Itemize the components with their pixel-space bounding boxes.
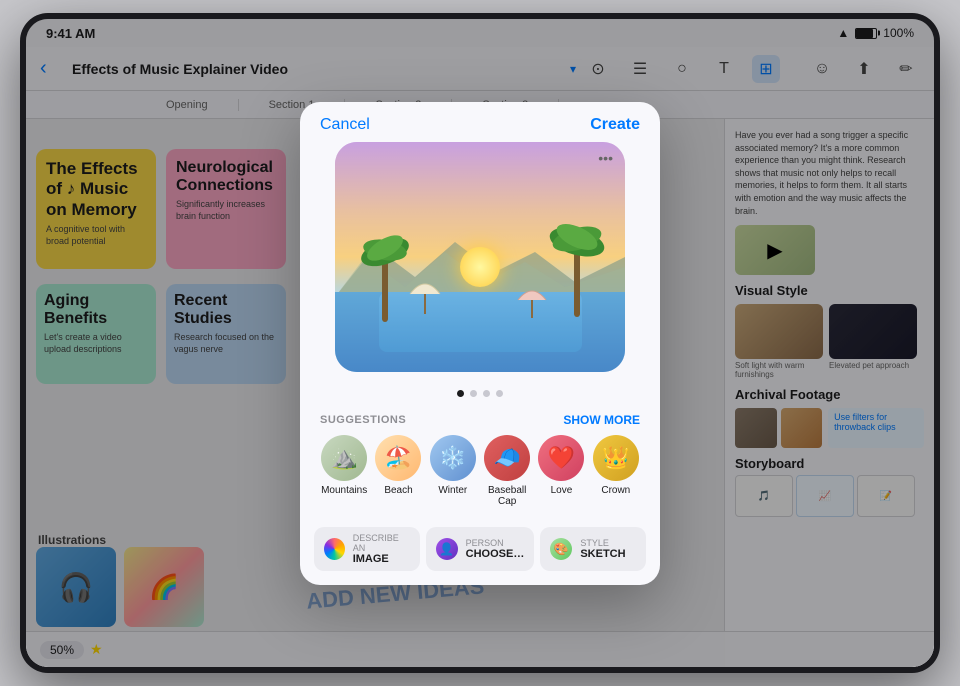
- person-choose-button[interactable]: 👤 PERSON CHOOSE…: [426, 527, 535, 571]
- dot-1[interactable]: [457, 390, 464, 397]
- dot-3[interactable]: [483, 390, 490, 397]
- dot-2[interactable]: [470, 390, 477, 397]
- suggestion-beach[interactable]: 🏖️ Beach: [374, 435, 422, 507]
- scene-sun: [460, 247, 500, 287]
- winter-icon: ❄️: [430, 435, 476, 481]
- modal-overlay: Cancel Create: [26, 19, 934, 667]
- describe-value: IMAGE: [353, 553, 410, 565]
- mountains-label: Mountains: [321, 485, 367, 496]
- describe-label: DESCRIBE AN: [353, 533, 410, 553]
- ipad-frame: 9:41 AM ▲ 100% ‹ Effects of Music Explai…: [20, 13, 940, 673]
- beach-icon: 🏖️: [375, 435, 421, 481]
- create-button[interactable]: Create: [590, 116, 640, 134]
- suggestion-mountains[interactable]: ⛰️ Mountains: [320, 435, 368, 507]
- suggestion-crown[interactable]: 👑 Crown: [592, 435, 640, 507]
- cancel-button[interactable]: Cancel: [320, 116, 370, 134]
- image-preview-container: •••: [300, 142, 660, 382]
- suggestion-winter[interactable]: ❄️ Winter: [429, 435, 477, 507]
- describe-icon: [324, 538, 345, 560]
- suggestions-label: SUGGESTIONS: [320, 414, 406, 426]
- suggestions-header: SUGGESTIONS SHOW MORE: [320, 413, 640, 427]
- style-text: STYLE SKETCH: [580, 538, 625, 560]
- crown-label: Crown: [601, 485, 630, 496]
- mountains-icon: ⛰️: [321, 435, 367, 481]
- palm-right-svg: [545, 197, 610, 317]
- pagination-dots: [300, 382, 660, 405]
- show-more-button[interactable]: SHOW MORE: [563, 413, 640, 427]
- person-text: PERSON CHOOSE…: [466, 538, 525, 560]
- generated-image: •••: [335, 142, 625, 372]
- beach-label: Beach: [384, 485, 412, 496]
- dot-4[interactable]: [496, 390, 503, 397]
- baseball-icon: 🧢: [484, 435, 530, 481]
- style-value: SKETCH: [580, 548, 625, 560]
- describe-text: DESCRIBE AN IMAGE: [353, 533, 410, 565]
- crown-icon: 👑: [593, 435, 639, 481]
- person-icon: 👤: [436, 538, 458, 560]
- baseball-label: Baseball Cap: [483, 485, 531, 507]
- umbrella-svg: [405, 274, 445, 314]
- image-more-button[interactable]: •••: [598, 150, 613, 166]
- love-icon: ❤️: [538, 435, 584, 481]
- winter-label: Winter: [438, 485, 467, 496]
- modal-header: Cancel Create: [300, 102, 660, 142]
- ipad-screen: 9:41 AM ▲ 100% ‹ Effects of Music Explai…: [26, 19, 934, 667]
- suggestions-row: ⛰️ Mountains 🏖️ Beach ❄️ Winter 🧢: [320, 435, 640, 507]
- describe-image-button[interactable]: DESCRIBE AN IMAGE: [314, 527, 420, 571]
- suggestions-section: SUGGESTIONS SHOW MORE ⛰️ Mountains 🏖️ Be…: [300, 405, 660, 527]
- suggestion-baseball[interactable]: 🧢 Baseball Cap: [483, 435, 531, 507]
- style-label: STYLE: [580, 538, 625, 548]
- person-label: PERSON: [466, 538, 525, 548]
- style-icon: 🎨: [550, 538, 572, 560]
- suggestion-love[interactable]: ❤️ Love: [537, 435, 585, 507]
- image-generation-modal: Cancel Create: [300, 102, 660, 585]
- options-row: DESCRIBE AN IMAGE 👤 PERSON CHOOSE… 🎨: [300, 527, 660, 585]
- umbrella2-svg: [514, 282, 550, 318]
- love-label: Love: [551, 485, 573, 496]
- style-button[interactable]: 🎨 STYLE SKETCH: [540, 527, 646, 571]
- person-value: CHOOSE…: [466, 548, 525, 560]
